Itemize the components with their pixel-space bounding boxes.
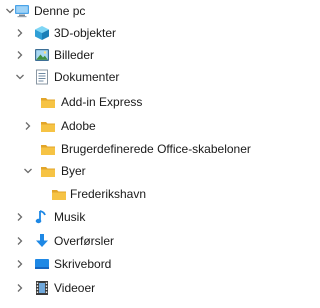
chevron-right-icon[interactable] <box>14 253 26 275</box>
tree-item-label: 3D-objekter <box>54 26 117 40</box>
tree-item-music[interactable]: Musik <box>0 206 265 228</box>
documents-folder-icon <box>34 66 50 88</box>
chevron-right-icon[interactable] <box>14 44 26 66</box>
3d-cube-icon <box>34 22 50 44</box>
tree-item-pictures[interactable]: Billeder <box>0 44 265 66</box>
music-note-icon <box>34 206 50 228</box>
folder-icon <box>40 138 56 160</box>
chevron-right-icon[interactable] <box>14 230 26 252</box>
tree-item-documents[interactable]: Dokumenter <box>0 66 265 88</box>
tree-item-label: Frederikshavn <box>70 187 147 201</box>
tree-item-label: Add-in Express <box>61 95 143 109</box>
tree-item-label: Videoer <box>54 281 96 295</box>
tree-item-label: Adobe <box>61 119 96 133</box>
folder-icon <box>40 115 56 137</box>
tree-item-addin-express[interactable]: Add-in Express <box>0 91 265 113</box>
folder-icon <box>40 91 56 113</box>
tree-item-frederikshavn[interactable]: Frederikshavn <box>0 183 265 205</box>
tree-item-downloads[interactable]: Overførsler <box>0 230 265 252</box>
tree-item-label: Dokumenter <box>54 70 120 84</box>
chevron-right-icon[interactable] <box>14 206 26 228</box>
tree-item-adobe[interactable]: Adobe <box>0 115 265 137</box>
desktop-icon <box>34 253 50 275</box>
chevron-right-icon[interactable] <box>22 115 34 137</box>
download-arrow-icon <box>34 230 50 252</box>
folder-icon <box>51 183 67 205</box>
tree-item-label: Musik <box>54 210 86 224</box>
tree-item-label: Skrivebord <box>54 257 112 271</box>
chevron-down-icon[interactable] <box>22 160 34 182</box>
tree-item-this-pc[interactable]: Denne pc <box>0 0 265 22</box>
tree-item-label: Brugerdefinerede Office-skabeloner <box>61 142 251 156</box>
folder-icon <box>40 160 56 182</box>
tree-item-label: Billeder <box>54 48 95 62</box>
chevron-down-icon[interactable] <box>14 66 26 88</box>
tree-item-label: Byer <box>61 164 86 178</box>
pictures-folder-icon <box>34 44 50 66</box>
chevron-right-icon[interactable] <box>14 277 26 299</box>
video-filmstrip-icon <box>34 277 50 299</box>
computer-icon <box>14 0 30 22</box>
tree-item-custom-office-templates[interactable]: Brugerdefinerede Office-skabeloner <box>0 138 265 160</box>
tree-item-videos[interactable]: Videoer <box>0 277 265 299</box>
tree-item-3d-objects[interactable]: 3D-objekter <box>0 22 265 44</box>
tree-item-label: Overførsler <box>54 234 114 248</box>
navigation-tree: Denne pc 3D-objekter Billeder Dokumenter… <box>0 0 265 308</box>
tree-item-label: Denne pc <box>34 4 86 18</box>
tree-item-cities[interactable]: Byer <box>0 160 265 182</box>
tree-item-desktop[interactable]: Skrivebord <box>0 253 265 275</box>
chevron-right-icon[interactable] <box>14 22 26 44</box>
